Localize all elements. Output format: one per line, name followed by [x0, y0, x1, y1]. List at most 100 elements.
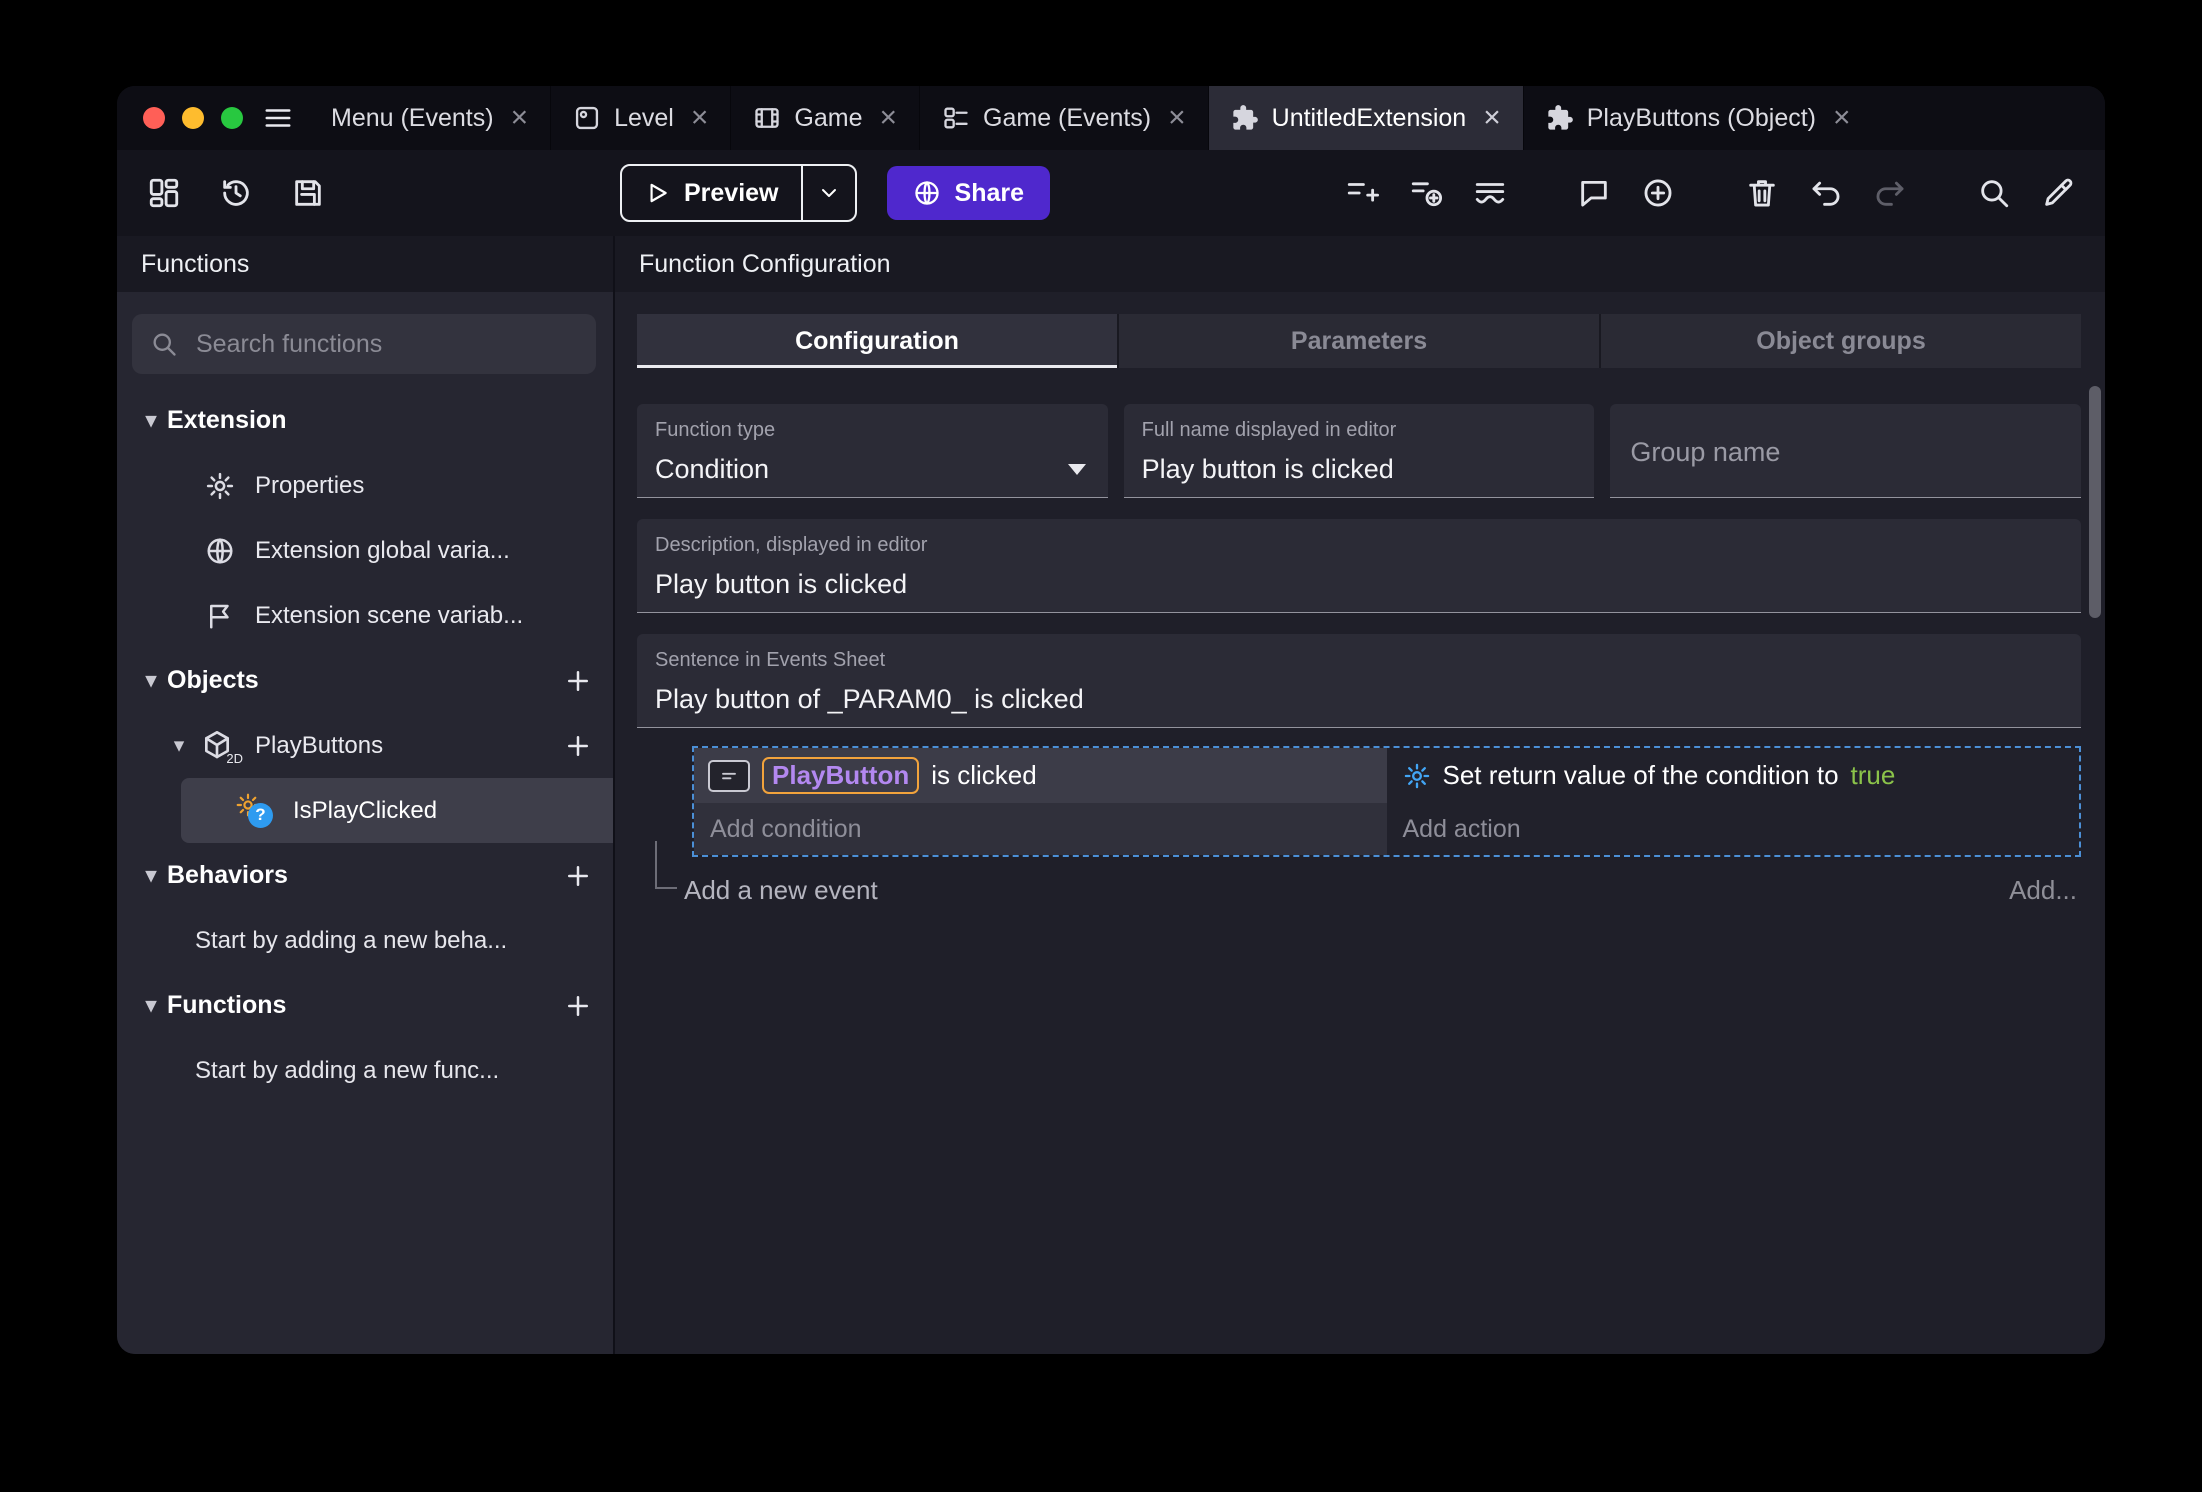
close-window-button[interactable] [143, 107, 165, 129]
action-row[interactable]: Set return value of the condition to tru… [1387, 748, 2080, 803]
globe-icon [913, 179, 941, 207]
main-menu-icon[interactable] [263, 86, 309, 150]
conditions-column: PlayButton is clicked Add condition [694, 748, 1387, 855]
actions-column: Set return value of the condition to tru… [1386, 748, 2080, 855]
tab-label: Level [614, 103, 674, 132]
close-icon[interactable]: × [511, 103, 529, 133]
tab-untitled-extension[interactable]: UntitledExtension × [1207, 86, 1523, 150]
puzzle-icon [1546, 104, 1574, 132]
zoom-window-button[interactable] [221, 107, 243, 129]
redo-icon[interactable] [1873, 176, 1907, 210]
add-object-button[interactable] [563, 666, 593, 696]
cube-2d-icon: 2D [201, 729, 243, 766]
project-manager-icon[interactable] [147, 176, 181, 210]
caret-down-icon[interactable]: ▾ [163, 733, 195, 758]
description-field[interactable]: Description, displayed in editor Play bu… [637, 519, 2081, 613]
function-type-dropdown[interactable]: Function type Condition [637, 404, 1108, 498]
tree-item-label: Properties [255, 471, 365, 499]
gear-icon [205, 471, 235, 501]
tab-parameters[interactable]: Parameters [1117, 314, 1599, 368]
tab-object-groups[interactable]: Object groups [1599, 314, 2081, 368]
add-behavior-button[interactable] [563, 861, 593, 891]
search-functions-box[interactable] [132, 314, 596, 374]
add-new-event-link[interactable]: Add a new event [684, 875, 878, 906]
close-icon[interactable]: × [1833, 103, 1851, 133]
plus-circle-icon[interactable] [1641, 176, 1675, 210]
preview-label: Preview [684, 178, 779, 207]
search-functions-input[interactable] [194, 328, 578, 360]
traffic-lights [117, 86, 263, 150]
add-more-link[interactable]: Add... [2009, 875, 2077, 906]
history-icon[interactable] [219, 176, 253, 210]
add-subevent-icon[interactable] [1409, 176, 1443, 210]
close-icon[interactable]: × [1168, 103, 1186, 133]
save-icon[interactable] [291, 176, 325, 210]
tab-playbuttons-object[interactable]: PlayButtons (Object) × [1522, 86, 1873, 150]
close-icon[interactable]: × [1483, 103, 1501, 133]
section-behaviors[interactable]: ▾ Behaviors [117, 843, 613, 908]
field-label: Function type [655, 419, 776, 441]
tab-level[interactable]: Level × [550, 86, 730, 150]
configuration-tabs: Configuration Parameters Object groups [637, 314, 2081, 368]
preview-button[interactable]: Preview [622, 166, 801, 220]
tab-label: Game [794, 103, 863, 132]
caret-down-icon[interactable]: ▾ [135, 993, 167, 1018]
minimize-window-button[interactable] [182, 107, 204, 129]
add-action-link[interactable]: Add action [1387, 803, 2080, 855]
caret-down-icon[interactable]: ▾ [135, 668, 167, 693]
tree-item-label: PlayButtons [255, 731, 384, 759]
condition-row[interactable]: PlayButton is clicked [694, 748, 1387, 803]
edit-pen-icon[interactable] [2041, 176, 2075, 210]
full-name-field[interactable]: Full name displayed in editor Play butto… [1123, 404, 1595, 498]
scrollbar-thumb[interactable] [2089, 386, 2101, 618]
group-name-field[interactable] [1610, 404, 2082, 498]
caret-down-icon[interactable]: ▾ [135, 408, 167, 433]
close-icon[interactable]: × [879, 103, 897, 133]
close-icon[interactable]: × [691, 103, 709, 133]
action-value[interactable]: true [1851, 760, 1896, 791]
event-selected[interactable]: PlayButton is clicked Add condition Set … [692, 746, 2081, 857]
condition-function-icon: ? [236, 793, 273, 828]
add-event-icon[interactable] [1345, 176, 1379, 210]
trash-icon[interactable] [1745, 176, 1779, 210]
add-function-button[interactable] [563, 991, 593, 1021]
share-button[interactable]: Share [886, 166, 1050, 220]
tree-item-playbuttons[interactable]: ▾ 2D PlayButtons [117, 713, 613, 778]
section-label: Extension [167, 406, 287, 434]
tree-item-global-variables[interactable]: Extension global varia... [117, 518, 613, 583]
section-functions[interactable]: ▾ Functions [117, 973, 613, 1038]
tree-item-isplayclicked-selected[interactable]: ? IsPlayClicked [181, 778, 613, 843]
caret-down-icon[interactable]: ▾ [135, 863, 167, 888]
tab-configuration[interactable]: Configuration [637, 314, 1117, 368]
tree-item-properties[interactable]: Properties [117, 453, 613, 518]
sentence-field[interactable]: Sentence in Events Sheet Play button of … [637, 634, 2081, 728]
object-2d-badge: 2D [226, 750, 243, 766]
action-text: Set return value of the condition to [1442, 760, 1839, 790]
tab-menu-events[interactable]: Menu (Events) × [309, 86, 550, 150]
chevron-down-icon [817, 181, 841, 205]
add-comment-icon[interactable] [1473, 176, 1507, 210]
field-value: Condition [655, 454, 770, 484]
object-thumbnail-icon [708, 759, 750, 792]
section-extension[interactable]: ▾ Extension [117, 388, 613, 453]
group-name-input[interactable] [1628, 435, 2064, 469]
comment-bubble-icon[interactable] [1577, 176, 1611, 210]
field-value: Play button is clicked [1141, 454, 1394, 484]
preview-options-button[interactable] [800, 166, 855, 220]
undo-icon[interactable] [1809, 176, 1843, 210]
behaviors-empty-hint: Start by adding a new beha... [195, 926, 508, 954]
add-condition-link[interactable]: Add condition [694, 803, 1387, 855]
preview-button-group: Preview [620, 164, 857, 222]
editor-tabs: Menu (Events) × Level × Game × Game (Eve… [309, 86, 1873, 150]
section-objects[interactable]: ▾ Objects [117, 648, 613, 713]
dropdown-caret-icon [1067, 464, 1086, 475]
tree-item-scene-variables[interactable]: Extension scene variab... [117, 583, 613, 648]
tab-game[interactable]: Game × [730, 86, 919, 150]
search-icon[interactable] [1977, 176, 2011, 210]
add-object-function-button[interactable] [563, 731, 593, 761]
field-value: Play button is clicked [655, 569, 908, 599]
action-gear-icon [1403, 762, 1431, 790]
field-label: Sentence in Events Sheet [655, 649, 886, 671]
tab-game-events[interactable]: Game (Events) × [919, 86, 1208, 150]
object-chip[interactable]: PlayButton [762, 757, 920, 794]
